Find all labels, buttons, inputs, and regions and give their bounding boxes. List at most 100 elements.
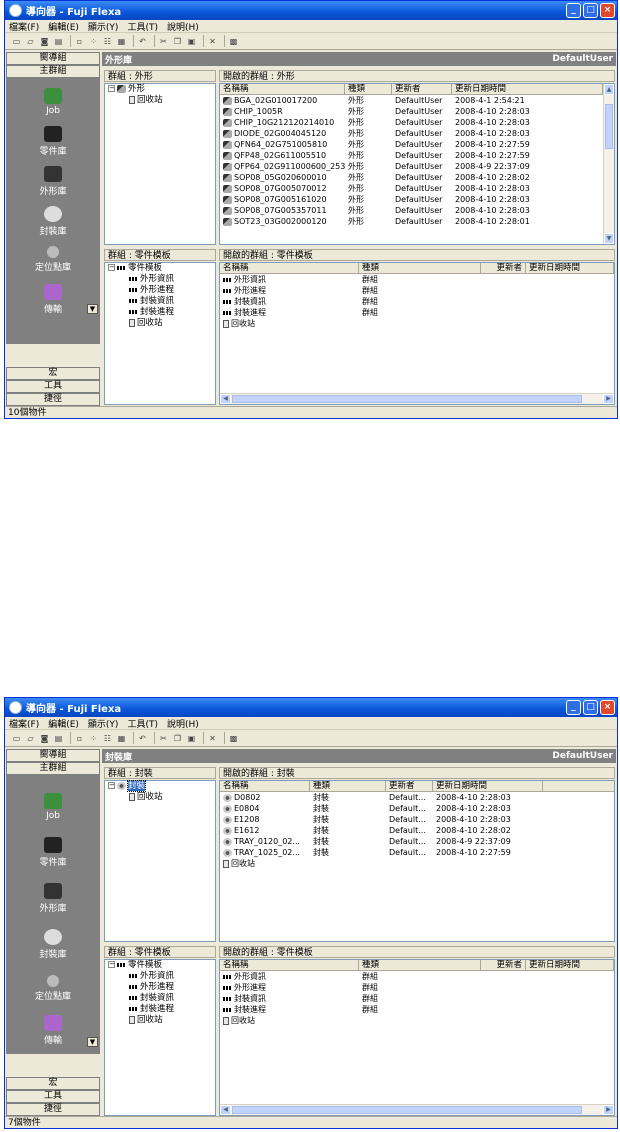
properties-icon[interactable]: ▩ — [228, 36, 239, 47]
small-icons-icon[interactable]: ⁘ — [88, 733, 99, 744]
close-button[interactable]: × — [600, 3, 615, 18]
table-row[interactable]: QFP48_02G611005510 外形 DefaultUser 2008-4-10… — [220, 150, 614, 161]
scroll-thumb[interactable] — [232, 1106, 582, 1114]
collapse-icon[interactable]: − — [108, 264, 115, 271]
col-updater[interactable]: 更新者 — [386, 781, 433, 791]
col-updater[interactable]: 更新者 — [481, 960, 526, 970]
col-updater[interactable]: 更新者 — [392, 84, 452, 94]
nav-macro[interactable]: 宏 — [6, 367, 100, 380]
tree-item[interactable]: − 封裝 — [105, 780, 215, 792]
cut-icon[interactable]: ✂ — [158, 733, 169, 744]
tree-item[interactable]: 回收站 — [105, 318, 215, 329]
table-row[interactable]: BGA_02G010017200 外形 DefaultUser 2008-4-1 2:… — [220, 95, 614, 106]
list-view-icon[interactable]: ☷ — [102, 36, 113, 47]
menu-help[interactable]: 說明(H) — [167, 717, 199, 730]
nav-item-job[interactable]: Job — [6, 88, 100, 116]
col-type[interactable]: 種類 — [345, 84, 392, 94]
undo-icon[interactable]: ↶ — [137, 36, 148, 47]
table-row[interactable]: TRAY_1025_02... 封裝 Default... 2008-4-10 2:2… — [220, 847, 614, 858]
table-row[interactable]: SOP08_07G005357011 外形 DefaultUser 2008-4-10… — [220, 205, 614, 216]
list-view-icon[interactable]: ☷ — [102, 733, 113, 744]
scroll-left-arrow[interactable]: ◀ — [220, 394, 231, 404]
open-folder-icon[interactable]: ▱ — [25, 36, 36, 47]
new-icon[interactable]: ▭ — [11, 36, 22, 47]
table-row[interactable]: 封裝資訊 群組 — [220, 993, 614, 1004]
tree-item[interactable]: 外形進程 — [105, 982, 215, 993]
table-row[interactable]: E0804 封裝 Default... 2008-4-10 2:28:03 — [220, 803, 614, 814]
nav-item-parts-library[interactable]: 零件庫 — [6, 126, 100, 157]
scroll-up-arrow[interactable]: ▲ — [604, 84, 614, 95]
vertical-scrollbar[interactable]: ▲ ▼ — [603, 84, 614, 244]
table-row[interactable]: E1612 封裝 Default... 2008-4-10 2:28:02 — [220, 825, 614, 836]
delete-icon[interactable]: ✕ — [207, 733, 218, 744]
nav-item-transfer[interactable]: 傳輸 — [6, 1015, 100, 1046]
nav-scroll-down-button[interactable]: ▼ — [87, 1037, 98, 1047]
title-bar[interactable]: 導向器 - Fuji Flexa _ □ × — [5, 698, 617, 717]
tree-item[interactable]: − 零件模板 — [105, 263, 215, 274]
col-updated-time[interactable]: 更新日期時間 — [526, 960, 614, 970]
col-name[interactable]: 名稱稱 — [220, 263, 359, 273]
menu-view[interactable]: 顯示(Y) — [88, 20, 119, 33]
cut-icon[interactable]: ✂ — [158, 36, 169, 47]
minimize-button[interactable]: _ — [566, 3, 581, 18]
nav-item-shape-library[interactable]: 外形庫 — [6, 166, 100, 197]
paste-icon[interactable]: ▣ — [186, 36, 197, 47]
table-row[interactable]: 封裝進程 群組 — [220, 307, 614, 318]
nav-wizard-group[interactable]: 嚮導組 — [6, 52, 100, 65]
menu-tools[interactable]: 工具(T) — [127, 717, 158, 730]
collapse-icon[interactable]: − — [108, 85, 115, 92]
table-row[interactable]: 外形資訊 群組 — [220, 971, 614, 982]
horizontal-scrollbar[interactable]: ◀ ▶ — [220, 393, 614, 404]
nav-item-job[interactable]: Job — [6, 793, 100, 821]
nav-main-group[interactable]: 主群組 — [6, 65, 100, 78]
col-type[interactable]: 種類 — [359, 960, 481, 970]
maximize-button[interactable]: □ — [583, 700, 598, 715]
table-row[interactable]: DIODE_02G004045120 外形 DefaultUser 2008-4-10… — [220, 128, 614, 139]
table-row[interactable]: SOP08_07G005161020 外形 DefaultUser 2008-4-10… — [220, 194, 614, 205]
scroll-left-arrow[interactable]: ◀ — [220, 1105, 231, 1115]
menu-file[interactable]: 檔案(F) — [9, 717, 39, 730]
copy-icon[interactable]: ❐ — [172, 733, 183, 744]
title-bar[interactable]: 導向器 - Fuji Flexa _ □ × — [5, 1, 617, 20]
tree-item[interactable]: 封裝進程 — [105, 1004, 215, 1015]
scroll-thumb[interactable] — [232, 395, 582, 403]
nav-item-shape-library[interactable]: 外形庫 — [6, 883, 100, 914]
nav-item-package-library[interactable]: 封裝庫 — [6, 206, 100, 237]
print-icon[interactable]: ▤ — [53, 36, 64, 47]
tree-item[interactable]: 外形資訊 — [105, 274, 215, 285]
table-row[interactable]: 回收站 — [220, 858, 614, 869]
tree-item[interactable]: 回收站 — [105, 792, 215, 803]
undo-icon[interactable]: ↶ — [137, 733, 148, 744]
nav-wizard-group[interactable]: 嚮導組 — [6, 749, 100, 762]
table-row[interactable]: 回收站 — [220, 318, 614, 329]
table-row[interactable]: 外形進程 群組 — [220, 982, 614, 993]
tree-item[interactable]: 封裝資訊 — [105, 993, 215, 1004]
find-icon[interactable]: ◙ — [39, 36, 50, 47]
properties-icon[interactable]: ▩ — [228, 733, 239, 744]
table-row[interactable]: QFP64_02G911000600_253 外形 DefaultUser 2008-… — [220, 161, 614, 172]
large-icons-icon[interactable]: ▫ — [74, 36, 85, 47]
nav-scroll-down-button[interactable]: ▼ — [87, 304, 98, 314]
nav-shortcuts[interactable]: 捷徑 — [6, 1103, 100, 1116]
nav-tools[interactable]: 工具 — [6, 1090, 100, 1103]
small-icons-icon[interactable]: ⁘ — [88, 36, 99, 47]
col-updated-time[interactable]: 更新日期時間 — [452, 84, 603, 94]
table-row[interactable]: SOP08_05G020600010 外形 DefaultUser 2008-4-10… — [220, 172, 614, 183]
details-view-icon[interactable]: ▦ — [116, 733, 127, 744]
delete-icon[interactable]: ✕ — [207, 36, 218, 47]
scroll-down-arrow[interactable]: ▼ — [604, 233, 614, 244]
scroll-right-arrow[interactable]: ▶ — [603, 1105, 614, 1115]
table-row[interactable]: 外形資訊 群組 — [220, 274, 614, 285]
col-name[interactable]: 名稱稱 — [220, 960, 359, 970]
nav-item-fiducial-library[interactable]: 定位點庫 — [6, 975, 100, 1002]
menu-file[interactable]: 檔案(F) — [9, 20, 39, 33]
large-icons-icon[interactable]: ▫ — [74, 733, 85, 744]
table-row[interactable]: D0802 封裝 Default... 2008-4-10 2:28:03 — [220, 792, 614, 803]
tree-item[interactable]: 外形進程 — [105, 285, 215, 296]
table-row[interactable]: SOT23_03G002000120 外形 DefaultUser 2008-4-10… — [220, 216, 614, 227]
tree-item[interactable]: − 零件模板 — [105, 960, 215, 971]
scroll-right-arrow[interactable]: ▶ — [603, 394, 614, 404]
tree-item[interactable]: 回收站 — [105, 1015, 215, 1026]
close-button[interactable]: × — [600, 700, 615, 715]
table-row[interactable]: 封裝進程 群組 — [220, 1004, 614, 1015]
